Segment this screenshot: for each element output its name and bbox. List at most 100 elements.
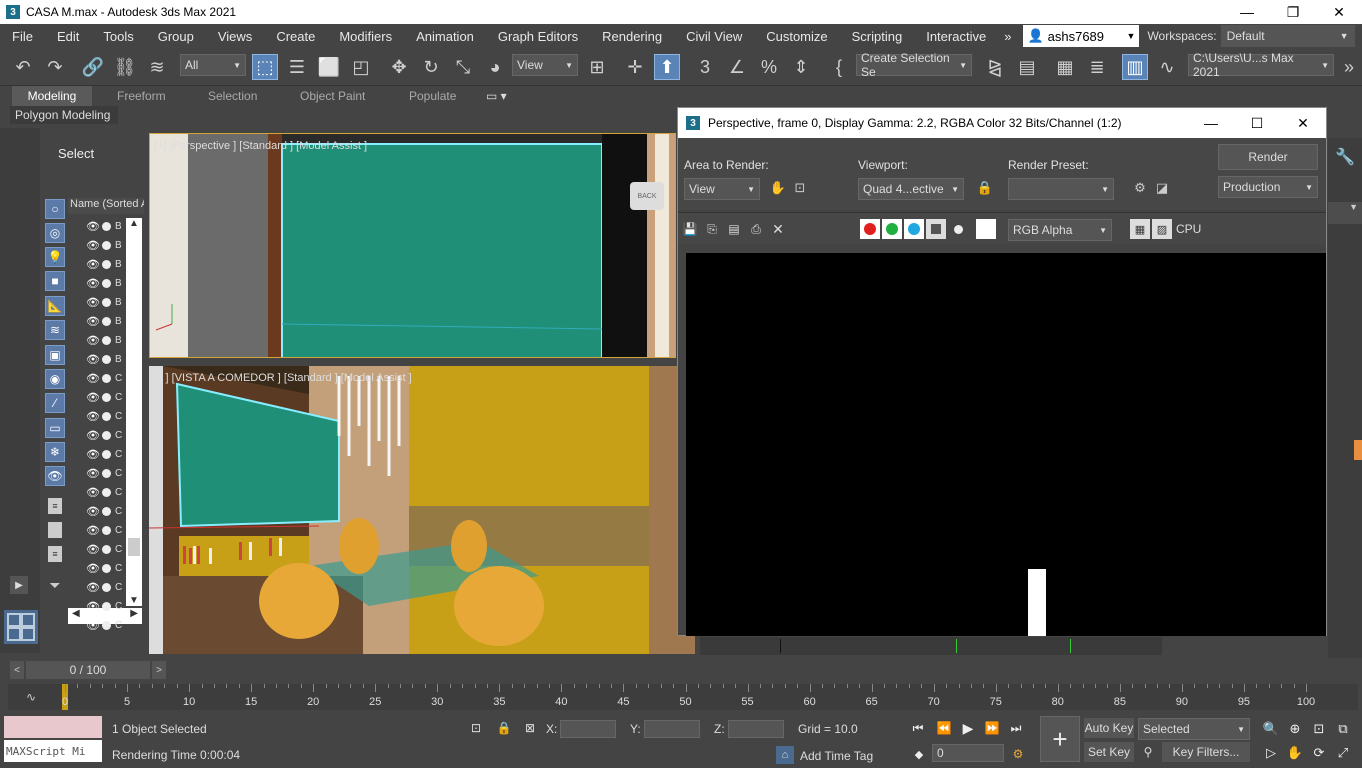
key-set-dropdown[interactable]: Selected ▼ (1138, 718, 1250, 740)
user-account[interactable]: 👤 ashs7689 ▼ (1023, 25, 1140, 47)
unlink-icon[interactable]: ⛓ (112, 54, 138, 80)
scene-list-item[interactable]: 👁 C (66, 407, 124, 426)
menu-animation[interactable]: Animation (404, 29, 486, 44)
move-icon[interactable]: ✥ (386, 54, 412, 80)
render-toggle-dot[interactable] (102, 450, 111, 459)
render-minimize-button[interactable]: — (1188, 111, 1234, 135)
red-channel-button[interactable] (860, 219, 880, 239)
visibility-eye-icon[interactable]: 👁 (86, 372, 100, 385)
green-channel-button[interactable] (882, 219, 902, 239)
scene-list-item[interactable]: 👁 C (66, 502, 124, 521)
link-icon[interactable]: 🔗 (80, 54, 106, 80)
clear-icon[interactable]: ✕ (770, 221, 786, 237)
render-toggle-dot[interactable] (102, 583, 111, 592)
add-time-tag-button[interactable]: Add Time Tag (800, 749, 873, 763)
tab-freeform[interactable]: Freeform (117, 86, 166, 106)
visibility-eye-icon[interactable]: 👁 (86, 429, 100, 442)
render-toggle-dot[interactable] (102, 260, 111, 269)
display-lights-icon[interactable]: 💡 (45, 247, 65, 267)
pan-icon[interactable]: ✋ (1286, 744, 1304, 762)
toggle-ribbon-icon[interactable]: ▥ (1122, 54, 1148, 80)
time-slider-thumb[interactable]: 0 / 100 (26, 661, 150, 679)
scene-list-scrollbar[interactable]: ▲ ▼ (126, 218, 142, 606)
toggle-ui-icon[interactable]: ▦ (1130, 219, 1150, 239)
menu-tools[interactable]: Tools (91, 29, 145, 44)
auto-region-icon[interactable]: ⊡ (790, 178, 810, 198)
render-toggle-dot[interactable] (102, 488, 111, 497)
mirror-icon[interactable]: ⧎ (982, 54, 1008, 80)
isolate-selection-icon[interactable]: ⊡ (468, 720, 484, 736)
time-config-icon[interactable]: ⚙ (1010, 746, 1026, 762)
render-toggle-dot[interactable] (102, 222, 111, 231)
scale-icon[interactable]: ⤡ (450, 54, 476, 80)
polygon-modeling-tab[interactable]: Polygon Modeling (10, 106, 118, 124)
render-toggle-dot[interactable] (102, 317, 111, 326)
visibility-eye-icon[interactable]: 👁 (86, 353, 100, 366)
menu-file[interactable]: File (0, 29, 45, 44)
chevron-down-icon[interactable]: ▼ (1328, 202, 1362, 224)
visibility-eye-icon[interactable]: 👁 (86, 277, 100, 290)
absolute-mode-icon[interactable]: ⊠ (522, 720, 538, 736)
layer-blank-icon[interactable] (48, 522, 62, 538)
menu-group[interactable]: Group (146, 29, 206, 44)
menu-customize[interactable]: Customize (754, 29, 839, 44)
render-toggle-dot[interactable] (102, 545, 111, 554)
zoom-all-icon[interactable]: ⊕ (1286, 720, 1304, 738)
scene-list-item[interactable]: 👁 B (66, 217, 124, 236)
select-by-name-icon[interactable]: ☰ (284, 54, 310, 80)
menu-civil-view[interactable]: Civil View (674, 29, 754, 44)
render-toggle-dot[interactable] (102, 374, 111, 383)
scene-list-item[interactable]: 👁 C (66, 445, 124, 464)
scene-list-item[interactable]: 👁 C (66, 369, 124, 388)
key-mode-icon[interactable]: ◆ (912, 746, 926, 762)
scene-list-item[interactable]: 👁 C (66, 616, 124, 635)
menu-interactive[interactable]: Interactive (914, 29, 998, 44)
scene-list-item[interactable]: 👁 C (66, 388, 124, 407)
render-maximize-button[interactable]: ☐ (1234, 111, 1280, 135)
auto-key-button[interactable]: Auto Key (1084, 718, 1134, 738)
visibility-eye-icon[interactable]: 👁 (86, 315, 100, 328)
visibility-eye-icon[interactable]: 👁 (86, 239, 100, 252)
layer-explorer-icon[interactable]: ≣ (1084, 54, 1110, 80)
zoom-extents-icon[interactable]: ⊡ (1310, 720, 1328, 738)
select-object-icon[interactable]: ⬚ (252, 54, 278, 80)
render-toggle-dot[interactable] (102, 393, 111, 402)
render-toggle-dot[interactable] (102, 241, 111, 250)
display-frozen-icon[interactable]: ❄ (45, 442, 65, 462)
edit-named-selection-icon[interactable]: { (826, 54, 852, 80)
zoom-icon[interactable]: 🔍 (1262, 720, 1280, 738)
menu-views[interactable]: Views (206, 29, 264, 44)
alpha-channel-button[interactable] (926, 219, 946, 239)
current-frame-field[interactable]: 0 (932, 744, 1004, 762)
scroll-down-icon[interactable]: ▼ (126, 595, 142, 606)
previous-frame-icon[interactable]: ⏪ (936, 720, 952, 736)
menu-rendering[interactable]: Rendering (590, 29, 674, 44)
close-button[interactable]: ✕ (1316, 0, 1362, 24)
set-keys-icon[interactable]: + (1040, 716, 1080, 762)
render-toggle-dot[interactable] (102, 526, 111, 535)
menu-modifiers[interactable]: Modifiers (327, 29, 404, 44)
spinner-snap-icon[interactable]: ⇕ (788, 54, 814, 80)
render-toggle-dot[interactable] (102, 507, 111, 516)
production-dropdown[interactable]: Production ▼ (1218, 176, 1318, 198)
copy-image-icon[interactable]: ⎘ (704, 221, 720, 237)
scene-list-item[interactable]: 👁 C (66, 559, 124, 578)
ribbon-options-icon[interactable]: ▭ ▾ (486, 86, 507, 106)
render-toggle-dot[interactable] (102, 298, 111, 307)
visibility-eye-icon[interactable]: 👁 (86, 334, 100, 347)
visibility-eye-icon[interactable]: 👁 (86, 258, 100, 271)
keyboard-shortcut-override-icon[interactable]: ⬆ (654, 54, 680, 80)
layer-list-icon[interactable]: ≡ (48, 546, 62, 562)
scene-list-item[interactable]: 👁 C (66, 521, 124, 540)
toggle-overlay-icon[interactable]: ▨ (1152, 219, 1172, 239)
time-slider[interactable]: < 0 / 100 > (10, 661, 166, 679)
filter-icon[interactable]: ⏷ (48, 577, 62, 593)
key-filters-button[interactable]: Key Filters... (1162, 742, 1250, 762)
visibility-eye-icon[interactable]: 👁 (86, 505, 100, 518)
area-to-render-dropdown[interactable]: View ▼ (684, 178, 760, 200)
display-hidden-icon[interactable]: 👁 (45, 466, 65, 486)
visibility-eye-icon[interactable]: 👁 (86, 220, 100, 233)
redo-icon[interactable]: ↷ (42, 54, 68, 80)
scroll-thumb[interactable] (128, 538, 140, 556)
visibility-eye-icon[interactable]: 👁 (86, 581, 100, 594)
